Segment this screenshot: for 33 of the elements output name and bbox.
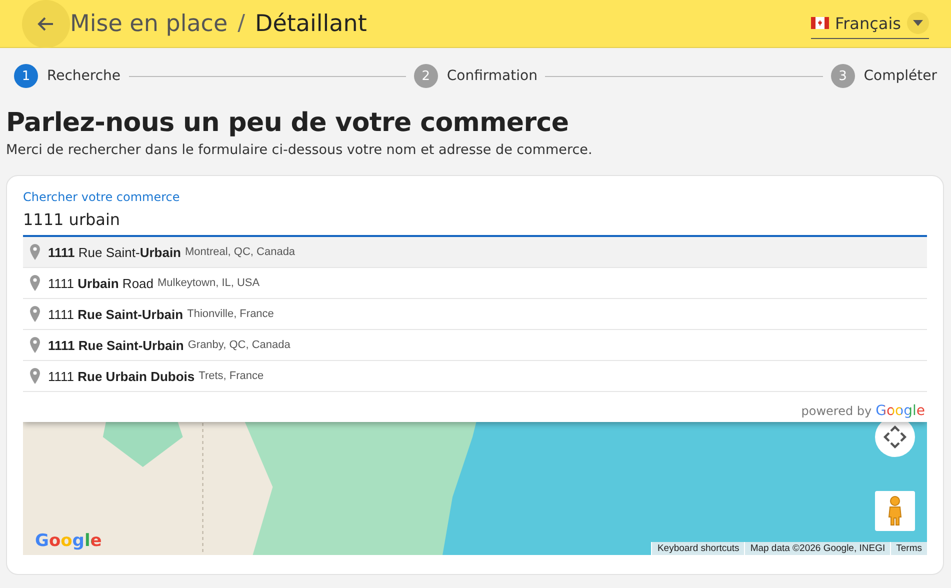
step-label: Recherche bbox=[47, 68, 121, 84]
pin-icon bbox=[30, 244, 40, 260]
pin-icon bbox=[30, 368, 40, 384]
canada-flag-icon bbox=[811, 17, 830, 29]
pin-icon bbox=[30, 306, 40, 322]
step-number: 3 bbox=[830, 64, 855, 88]
map-attribution-link[interactable]: Terms bbox=[890, 542, 927, 555]
suggestion-item[interactable]: 1111 Rue Urbain Dubois Trets, France bbox=[23, 361, 927, 392]
step-number: 1 bbox=[14, 64, 38, 88]
suggestion-item[interactable]: 1111 Urbain Road Mulkeytown, IL, USA bbox=[23, 268, 927, 299]
pin-icon bbox=[30, 275, 40, 291]
page-subtitle: Détaillant bbox=[255, 10, 367, 36]
language-select[interactable]: Français bbox=[811, 8, 929, 39]
street-view-button[interactable] bbox=[875, 491, 915, 531]
step-number: 2 bbox=[414, 64, 438, 88]
suggestion-item[interactable]: 1111 Rue Saint-Urbain Granby, QC, Canada bbox=[23, 330, 927, 361]
map-attribution-link[interactable]: Map data ©2026 Google, INEGI bbox=[744, 542, 890, 555]
section-heading: Parlez-nous un peu de votre commerce bbox=[6, 108, 570, 138]
powered-by-text: powered by bbox=[801, 404, 872, 418]
pin-icon bbox=[30, 337, 40, 353]
title-separator: / bbox=[238, 11, 246, 36]
caret-icon bbox=[913, 20, 923, 26]
back-button[interactable] bbox=[22, 0, 70, 48]
step-label: Compléter bbox=[864, 68, 937, 84]
page-title: Mise en place bbox=[70, 10, 228, 36]
intro-text: Merci de rechercher dans le formulaire ci-dessous votre nom et adresse de commerce. bbox=[6, 142, 594, 158]
map-attribution-link[interactable]: Keyboard shortcuts bbox=[651, 542, 744, 555]
suggestion-item[interactable]: 1111 Rue Saint-Urbain Montreal, QC, Canada bbox=[23, 237, 927, 268]
suggestion-item[interactable]: 1111 Rue Saint-Urbain Thionville, France bbox=[23, 299, 927, 330]
person-icon bbox=[887, 496, 903, 526]
google-logo: Google bbox=[876, 403, 925, 419]
four-arrows-icon bbox=[883, 425, 907, 449]
step-label: Confirmation bbox=[446, 68, 538, 84]
